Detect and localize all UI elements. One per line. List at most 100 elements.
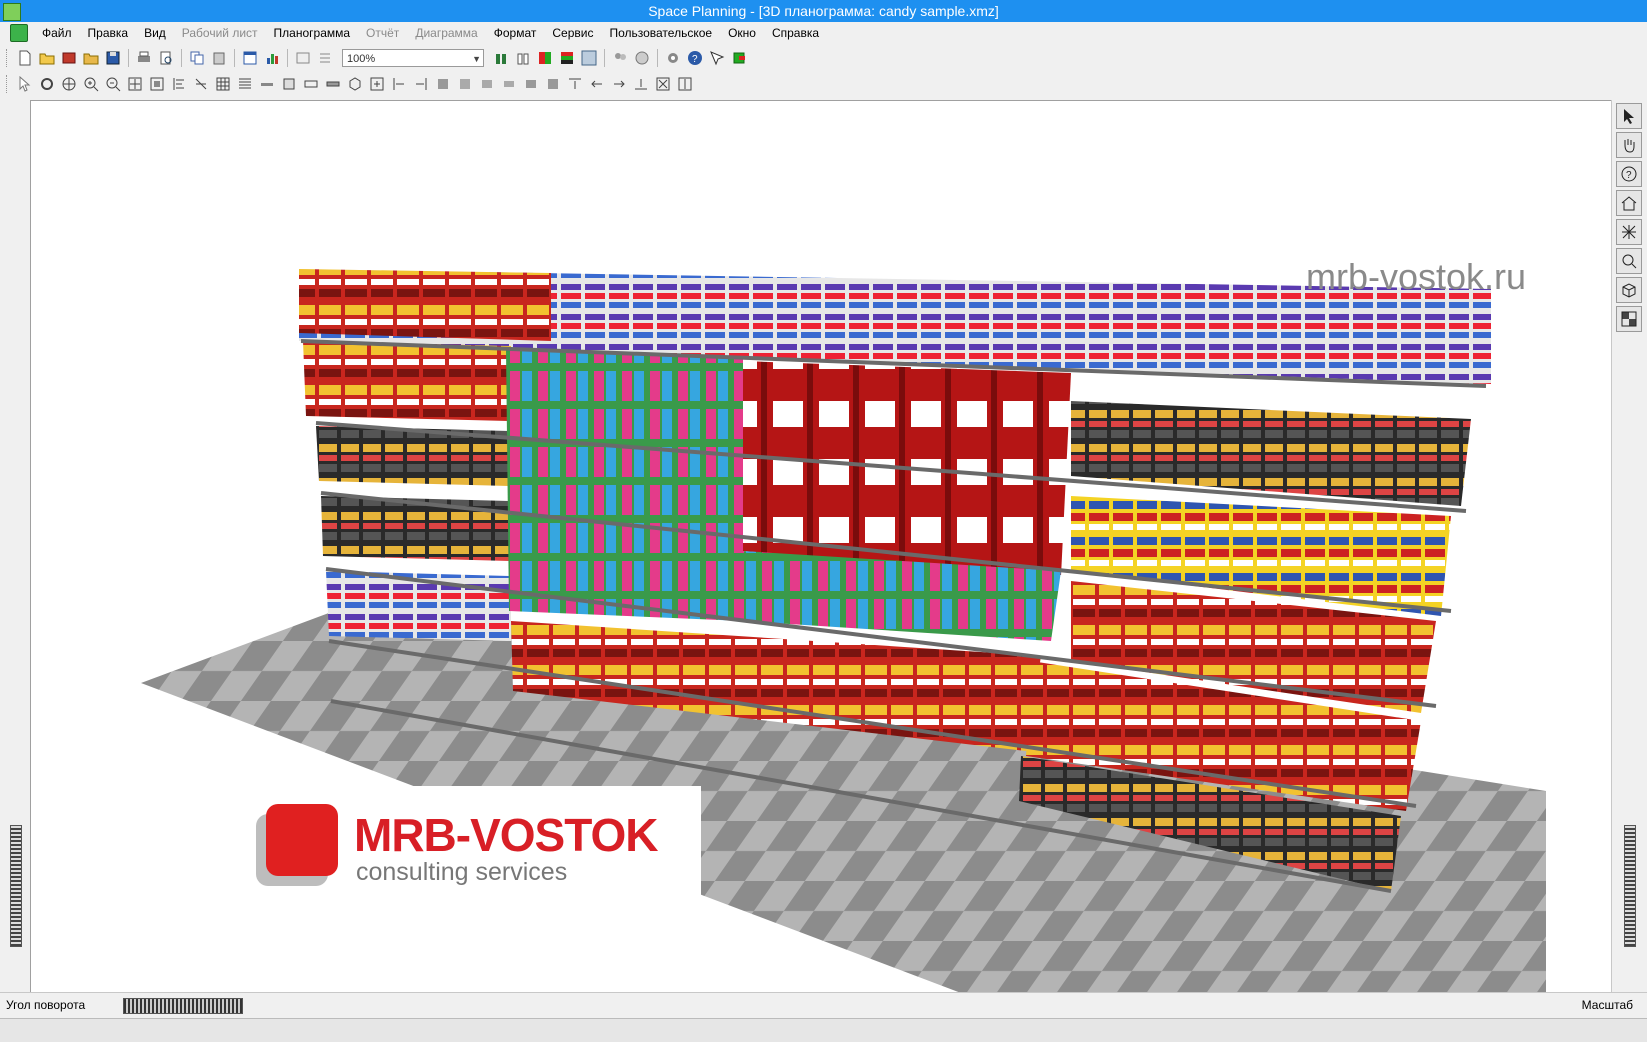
exit-icon[interactable] <box>730 49 748 67</box>
left-shelf-1 <box>303 341 511 421</box>
status-bar: Угол поворота Масштаб <box>0 992 1647 1019</box>
brand-logo: MRB-VOSTOK consulting services <box>226 786 701 896</box>
svg-text:?: ? <box>1626 170 1632 181</box>
bar-chart-icon[interactable] <box>263 49 281 67</box>
zoom-out-icon[interactable] <box>104 75 122 93</box>
rotate-icon[interactable] <box>38 75 56 93</box>
folder-icon[interactable] <box>82 49 100 67</box>
expand-icon[interactable] <box>368 75 386 93</box>
perspective-icon[interactable] <box>1616 219 1642 245</box>
zoom-select[interactable]: 100% ▼ <box>342 49 484 67</box>
app-icon <box>3 3 21 21</box>
box-icon[interactable] <box>280 75 298 93</box>
context-help-icon[interactable] <box>708 49 726 67</box>
window-title: Space Planning - [3D планограмма: candy … <box>648 3 999 19</box>
peg-icon[interactable] <box>302 75 320 93</box>
open-planogram-icon[interactable] <box>60 49 78 67</box>
menu-report[interactable]: Отчёт <box>358 22 407 44</box>
arrow-left-icon[interactable] <box>588 75 606 93</box>
help-icon[interactable]: ? <box>686 49 704 67</box>
checker-floor-icon[interactable] <box>1616 306 1642 332</box>
bottom-align-icon[interactable] <box>632 75 650 93</box>
bottles-outline-icon[interactable] <box>514 49 532 67</box>
grid-icon[interactable] <box>214 75 232 93</box>
height-icon[interactable] <box>676 75 694 93</box>
table-icon[interactable] <box>294 49 312 67</box>
expand-all-icon[interactable] <box>654 75 672 93</box>
rotation-slider[interactable] <box>123 998 243 1014</box>
hand-icon[interactable] <box>1616 132 1642 158</box>
left-shelf-3 <box>321 496 511 561</box>
solid-box-icon[interactable] <box>434 75 452 93</box>
people-icon[interactable] <box>611 49 629 67</box>
top-align-icon[interactable] <box>566 75 584 93</box>
brand-name: MRB-VOSTOK <box>354 809 658 861</box>
cube-icon[interactable] <box>346 75 364 93</box>
3d-cube-icon[interactable] <box>1616 277 1642 303</box>
open-folder-icon[interactable] <box>38 49 56 67</box>
3d-view-icon[interactable] <box>580 49 598 67</box>
watermark-text: mrb-vostok.ru <box>1306 256 1527 297</box>
bar-icon[interactable] <box>324 75 342 93</box>
menu-view[interactable]: Вид <box>136 22 174 44</box>
menu-edit[interactable]: Правка <box>80 22 137 44</box>
brand-subtitle: consulting services <box>356 858 568 886</box>
select-arrow-icon[interactable] <box>16 75 34 93</box>
menu-window[interactable]: Окно <box>720 22 764 44</box>
menu-service[interactable]: Сервис <box>544 22 601 44</box>
pan-icon[interactable] <box>126 75 144 93</box>
save-icon[interactable] <box>104 49 122 67</box>
solid-box-3-icon[interactable] <box>478 75 496 93</box>
move-icon[interactable] <box>60 75 78 93</box>
left-panel <box>0 100 30 992</box>
bottles-icon[interactable] <box>492 49 510 67</box>
pointer-arrow-icon[interactable] <box>1616 103 1642 129</box>
solid-box-6-icon[interactable] <box>544 75 562 93</box>
arrow-right-icon[interactable] <box>610 75 628 93</box>
view-toolbar <box>0 72 1647 96</box>
print-preview-icon[interactable] <box>157 49 175 67</box>
settings-icon[interactable] <box>664 49 682 67</box>
list-icon[interactable] <box>316 49 334 67</box>
right-scroll-handle[interactable] <box>1624 825 1636 947</box>
fit-icon[interactable] <box>148 75 166 93</box>
right-align-icon[interactable] <box>412 75 430 93</box>
new-file-icon[interactable] <box>16 49 34 67</box>
zoom-in-icon[interactable] <box>82 75 100 93</box>
lines-icon[interactable] <box>236 75 254 93</box>
solid-box-5-icon[interactable] <box>522 75 540 93</box>
menu-format[interactable]: Формат <box>486 22 545 44</box>
toolbar-separator <box>287 49 288 67</box>
paste-icon[interactable] <box>210 49 228 67</box>
left-scroll-handle[interactable] <box>10 825 22 947</box>
align-icon[interactable] <box>170 75 188 93</box>
left-align-icon[interactable] <box>390 75 408 93</box>
print-icon[interactable] <box>135 49 153 67</box>
copy-icon[interactable] <box>188 49 206 67</box>
solid-box-4-icon[interactable] <box>500 75 518 93</box>
menu-worksheet[interactable]: Рабочий лист <box>174 22 266 44</box>
title-bar: Space Planning - [3D планограмма: candy … <box>0 0 1647 22</box>
3d-planogram-viewport[interactable]: mrb-vostok.ru MRB-VOSTOK consulting serv… <box>30 100 1611 993</box>
rotation-label: Угол поворота <box>6 998 86 1012</box>
help-question-icon[interactable]: ? <box>1616 161 1642 187</box>
home-icon[interactable] <box>1616 190 1642 216</box>
fixture-icon[interactable] <box>241 49 259 67</box>
color-stripes-icon[interactable] <box>558 49 576 67</box>
zoom-value: 100% <box>347 53 376 65</box>
menu-help[interactable]: Справка <box>764 22 827 44</box>
toolbar-grip[interactable] <box>6 49 10 67</box>
distribute-icon[interactable] <box>192 75 210 93</box>
menu-file[interactable]: Файл <box>34 22 80 44</box>
chevron-down-icon: ▼ <box>472 54 481 64</box>
toolbar-separator <box>128 49 129 67</box>
color-block-icon[interactable] <box>536 49 554 67</box>
zoom-target-icon[interactable] <box>1616 248 1642 274</box>
menu-planogram[interactable]: Планограмма <box>266 22 359 44</box>
shelf-icon[interactable] <box>258 75 276 93</box>
menu-chart[interactable]: Диаграмма <box>407 22 485 44</box>
toolbar-grip[interactable] <box>6 75 10 93</box>
menu-custom[interactable]: Пользовательское <box>601 22 720 44</box>
solid-box-2-icon[interactable] <box>456 75 474 93</box>
disc-icon[interactable] <box>633 49 651 67</box>
